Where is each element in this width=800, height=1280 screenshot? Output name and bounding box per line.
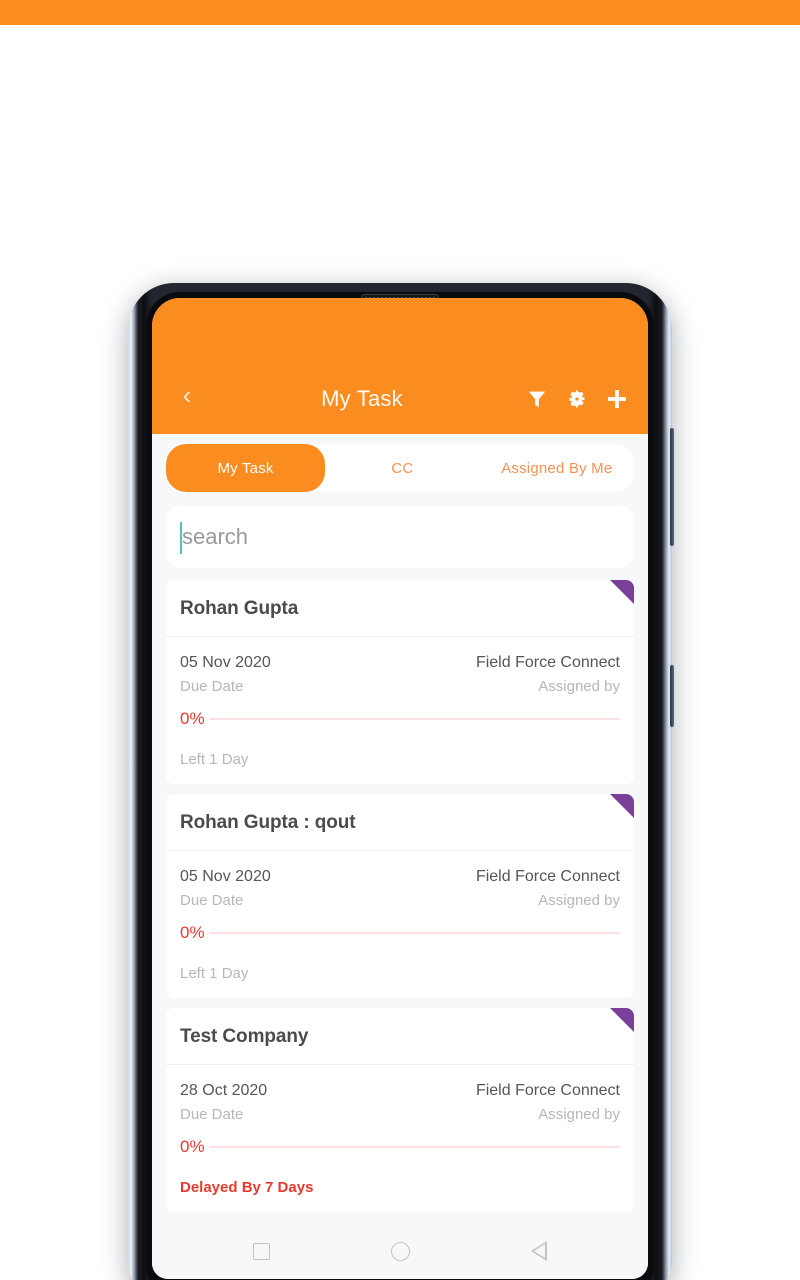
phone-device-frame: ‹ My Task My Task CC Assigned By Me sear… xyxy=(128,283,674,1280)
filter-icon xyxy=(528,391,546,408)
due-date-value: 05 Nov 2020 xyxy=(180,868,271,885)
assigned-by-label: Assigned by xyxy=(538,892,620,909)
progress-track xyxy=(208,1146,620,1148)
tabstrip: My Task CC Assigned By Me xyxy=(166,444,634,492)
square-recents-icon[interactable] xyxy=(252,1242,270,1260)
progress-track xyxy=(208,932,620,934)
progress-track xyxy=(208,718,620,720)
progress-row: 0% xyxy=(180,695,620,729)
back-button[interactable]: ‹ xyxy=(170,378,204,412)
add-button[interactable] xyxy=(604,386,630,412)
task-card[interactable]: Test Company 28 Oct 2020 Due Date Field … xyxy=(166,1008,634,1212)
task-meta-row: 05 Nov 2020 Due Date Field Force Connect… xyxy=(180,851,620,909)
page-title: My Task xyxy=(321,386,403,411)
corner-flag-icon xyxy=(610,580,634,604)
assigned-by-label: Assigned by xyxy=(538,1106,620,1123)
android-navigation-bar xyxy=(152,1223,648,1279)
volume-rocker-button[interactable] xyxy=(670,428,674,546)
triangle-back-icon[interactable] xyxy=(531,1241,548,1261)
due-date-value: 05 Nov 2020 xyxy=(180,654,271,671)
task-status: Left 1 Day xyxy=(180,965,249,982)
due-date-label: Due Date xyxy=(180,892,244,909)
progress-row: 0% xyxy=(180,1123,620,1157)
task-meta-row: 05 Nov 2020 Due Date Field Force Connect… xyxy=(180,637,620,695)
filter-button[interactable] xyxy=(524,386,550,412)
task-title: Rohan Gupta : qout xyxy=(180,812,356,833)
assigned-by-value: Field Force Connect xyxy=(475,1082,620,1099)
header-actions xyxy=(524,386,630,412)
assigned-by-value: Field Force Connect xyxy=(475,654,620,671)
search-input[interactable]: search xyxy=(166,506,634,568)
top-orange-banner xyxy=(0,0,800,25)
due-date-block: 05 Nov 2020 Due Date xyxy=(180,868,271,909)
search-wrapper: search xyxy=(152,492,648,568)
task-title: Rohan Gupta xyxy=(180,598,299,619)
assigned-by-label: Assigned by xyxy=(538,678,620,695)
task-meta-row: 28 Oct 2020 Due Date Field Force Connect… xyxy=(180,1065,620,1123)
page-root: ‹ My Task My Task CC Assigned By Me sear… xyxy=(0,0,800,1280)
assigned-by-block: Field Force Connect Assigned by xyxy=(476,868,620,909)
phone-screen: ‹ My Task My Task CC Assigned By Me sear… xyxy=(152,298,648,1279)
task-card[interactable]: Rohan Gupta : qout 05 Nov 2020 Due Date … xyxy=(166,794,634,998)
due-date-label: Due Date xyxy=(180,678,244,695)
progress-percent: 0% xyxy=(180,923,205,942)
tabstrip-wrapper: My Task CC Assigned By Me xyxy=(152,434,648,492)
due-date-value: 28 Oct 2020 xyxy=(180,1082,268,1099)
chevron-left-icon: ‹ xyxy=(182,380,192,410)
tab-cc[interactable]: CC xyxy=(325,444,479,492)
task-list: Rohan Gupta 05 Nov 2020 Due Date Field F… xyxy=(152,568,648,1212)
due-date-block: 05 Nov 2020 Due Date xyxy=(180,654,271,695)
tab-my-task[interactable]: My Task xyxy=(166,444,326,492)
due-date-block: 28 Oct 2020 Due Date xyxy=(180,1082,267,1123)
progress-row: 0% xyxy=(180,909,620,943)
plus-icon xyxy=(608,390,626,408)
task-status: Left 1 Day xyxy=(180,751,249,768)
corner-flag-icon xyxy=(610,1008,634,1032)
tab-assigned-by-me[interactable]: Assigned By Me xyxy=(480,444,634,492)
circle-home-icon[interactable] xyxy=(390,1241,410,1261)
gear-icon xyxy=(569,389,585,409)
task-card[interactable]: Rohan Gupta 05 Nov 2020 Due Date Field F… xyxy=(166,580,634,784)
task-status: Delayed By 7 Days xyxy=(180,1179,314,1196)
progress-percent: 0% xyxy=(180,709,205,728)
app-header: ‹ My Task xyxy=(152,298,648,434)
progress-percent: 0% xyxy=(180,1137,205,1156)
search-placeholder: search xyxy=(182,524,249,549)
text-caret xyxy=(180,522,182,554)
task-title: Test Company xyxy=(180,1026,309,1047)
assigned-by-block: Field Force Connect Assigned by xyxy=(476,654,620,695)
due-date-label: Due Date xyxy=(180,1106,244,1123)
assigned-by-block: Field Force Connect Assigned by xyxy=(476,1082,620,1123)
settings-button[interactable] xyxy=(564,386,590,412)
power-button[interactable] xyxy=(670,665,674,727)
assigned-by-value: Field Force Connect xyxy=(475,868,620,885)
corner-flag-icon xyxy=(610,794,634,818)
